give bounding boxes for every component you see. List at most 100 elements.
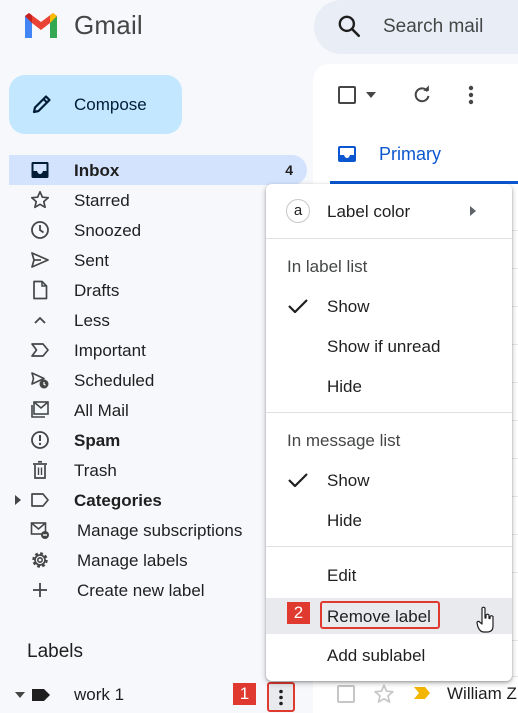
select-dropdown-icon[interactable] xyxy=(366,92,376,98)
sidebar-item-starred[interactable]: Starred xyxy=(0,185,300,215)
gmail-window: Gmail Search mail Compose Primary Willia… xyxy=(0,0,518,713)
menu-item-edit[interactable]: Edit xyxy=(266,560,512,590)
menu-section-label-list: In label list xyxy=(287,257,368,276)
menu-divider xyxy=(266,546,512,547)
sidebar-item-snoozed[interactable]: Snoozed xyxy=(0,215,300,245)
more-vert-icon xyxy=(279,689,283,706)
menu-item-label: Show if unread xyxy=(327,337,441,356)
menu-section-message-list: In message list xyxy=(287,431,401,450)
sidebar-item-label: Inbox xyxy=(74,161,120,180)
sidebar-item-label: Important xyxy=(74,341,146,360)
menu-divider xyxy=(266,238,512,239)
submenu-arrow-icon xyxy=(470,206,476,216)
sidebar-item-inbox[interactable]: Inbox 4 xyxy=(9,155,307,185)
menu-item-label: Hide xyxy=(327,377,362,396)
inbox-tab-icon xyxy=(338,146,356,162)
star-icon xyxy=(30,190,50,209)
sidebar-item-scheduled[interactable]: Scheduled xyxy=(0,365,300,395)
sidebar-item-create-new-label[interactable]: Create new label xyxy=(0,575,300,605)
menu-item-label: Edit xyxy=(327,566,357,585)
important-marker-icon[interactable] xyxy=(413,686,431,700)
sidebar-item-label: Drafts xyxy=(74,281,120,300)
star-icon[interactable] xyxy=(373,683,395,705)
sidebar-item-trash[interactable]: Trash xyxy=(0,455,300,485)
sidebar-item-label: Categories xyxy=(74,491,162,510)
tab-primary[interactable]: Primary xyxy=(379,144,441,165)
plus-icon xyxy=(33,583,47,597)
sidebar-item-all-mail[interactable]: All Mail xyxy=(0,395,300,425)
pencil-icon xyxy=(32,95,51,114)
sidebar-item-label: Create new label xyxy=(77,581,205,600)
menu-item-message-list-show[interactable]: Show xyxy=(266,465,512,495)
sidebar-label-text: work 1 xyxy=(74,685,125,704)
search-bar[interactable]: Search mail xyxy=(314,0,518,54)
spam-icon xyxy=(31,431,49,449)
scheduled-icon xyxy=(31,372,49,389)
chevron-up-icon xyxy=(34,316,46,324)
sidebar-item-label: Manage labels xyxy=(77,551,188,570)
sidebar-nav: Inbox 4 Starred Snoozed Sent Drafts Less… xyxy=(0,155,307,605)
menu-item-label: Add sublabel xyxy=(327,646,426,665)
menu-item-label: Remove label xyxy=(327,607,431,626)
expand-arrow-icon[interactable] xyxy=(14,494,22,506)
sidebar-item-categories[interactable]: Categories xyxy=(0,485,300,515)
checkmark-icon xyxy=(288,299,308,313)
collapse-arrow-icon[interactable] xyxy=(15,691,25,699)
clock-icon xyxy=(31,221,49,239)
sidebar-item-sent[interactable]: Sent xyxy=(0,245,300,275)
draft-icon xyxy=(33,280,48,300)
search-icon[interactable] xyxy=(336,13,362,39)
sidebar-item-manage-labels[interactable]: Manage labels xyxy=(0,545,300,575)
label-options-button[interactable] xyxy=(267,682,295,712)
sidebar-item-label: Spam xyxy=(74,431,121,450)
send-icon xyxy=(31,252,49,268)
label-icon xyxy=(32,689,50,701)
trash-icon xyxy=(33,460,47,479)
labels-section-title: Labels xyxy=(27,641,83,662)
step-badge-2: 2 xyxy=(287,602,310,624)
checkmark-icon xyxy=(288,473,308,487)
sidebar-item-important[interactable]: Important xyxy=(0,335,300,365)
sidebar-item-less[interactable]: Less xyxy=(0,305,300,335)
menu-item-label: Show xyxy=(327,471,370,490)
menu-item-label-list-hide[interactable]: Hide xyxy=(266,371,512,401)
search-input[interactable]: Search mail xyxy=(383,16,483,38)
step-badge-1: 1 xyxy=(233,683,256,705)
email-sender[interactable]: William Z xyxy=(447,684,517,704)
sidebar-item-drafts[interactable]: Drafts xyxy=(0,275,300,305)
gmail-logo[interactable]: Gmail xyxy=(22,8,143,42)
menu-item-label-color[interactable]: a Label color xyxy=(266,196,512,226)
menu-item-message-list-hide[interactable]: Hide xyxy=(266,505,512,535)
sidebar-item-label: Scheduled xyxy=(74,371,155,390)
sidebar-item-label: Less xyxy=(74,311,110,330)
sidebar-item-label: Sent xyxy=(74,251,109,270)
compose-button[interactable]: Compose xyxy=(9,75,182,134)
sidebar-item-label: Trash xyxy=(74,461,117,480)
sidebar-item-manage-subscriptions[interactable]: Manage subscriptions xyxy=(0,515,300,545)
menu-item-add-sublabel[interactable]: Add sublabel xyxy=(266,640,512,670)
menu-divider xyxy=(266,412,512,413)
menu-item-label-list-show[interactable]: Show xyxy=(266,291,512,321)
more-vert-icon[interactable] xyxy=(468,84,474,106)
hand-cursor-icon xyxy=(476,606,494,633)
menu-item-label-list-show-if-unread[interactable]: Show if unread xyxy=(266,331,512,361)
app-name: Gmail xyxy=(74,9,143,40)
menu-item-label: Show xyxy=(327,297,370,316)
select-all-checkbox[interactable] xyxy=(338,86,356,104)
sidebar-item-label: Manage subscriptions xyxy=(77,521,243,540)
sidebar-item-label: Starred xyxy=(74,191,130,210)
sidebar-item-label: Snoozed xyxy=(74,221,142,240)
inbox-icon xyxy=(31,162,49,178)
label-color-chip: a xyxy=(286,199,310,223)
gear-icon xyxy=(32,552,48,568)
refresh-icon[interactable] xyxy=(411,84,433,106)
sidebar-item-label: All Mail xyxy=(74,401,129,420)
label-outline-icon xyxy=(31,493,49,507)
sidebar-item-spam[interactable]: Spam xyxy=(0,425,300,455)
menu-item-label: Hide xyxy=(327,511,362,530)
inbox-unread-count: 4 xyxy=(285,162,293,178)
email-row-checkbox[interactable] xyxy=(337,685,355,703)
menu-item-label: Label color xyxy=(327,202,411,221)
compose-label: Compose xyxy=(74,95,147,114)
manage-subscriptions-icon xyxy=(30,522,49,539)
